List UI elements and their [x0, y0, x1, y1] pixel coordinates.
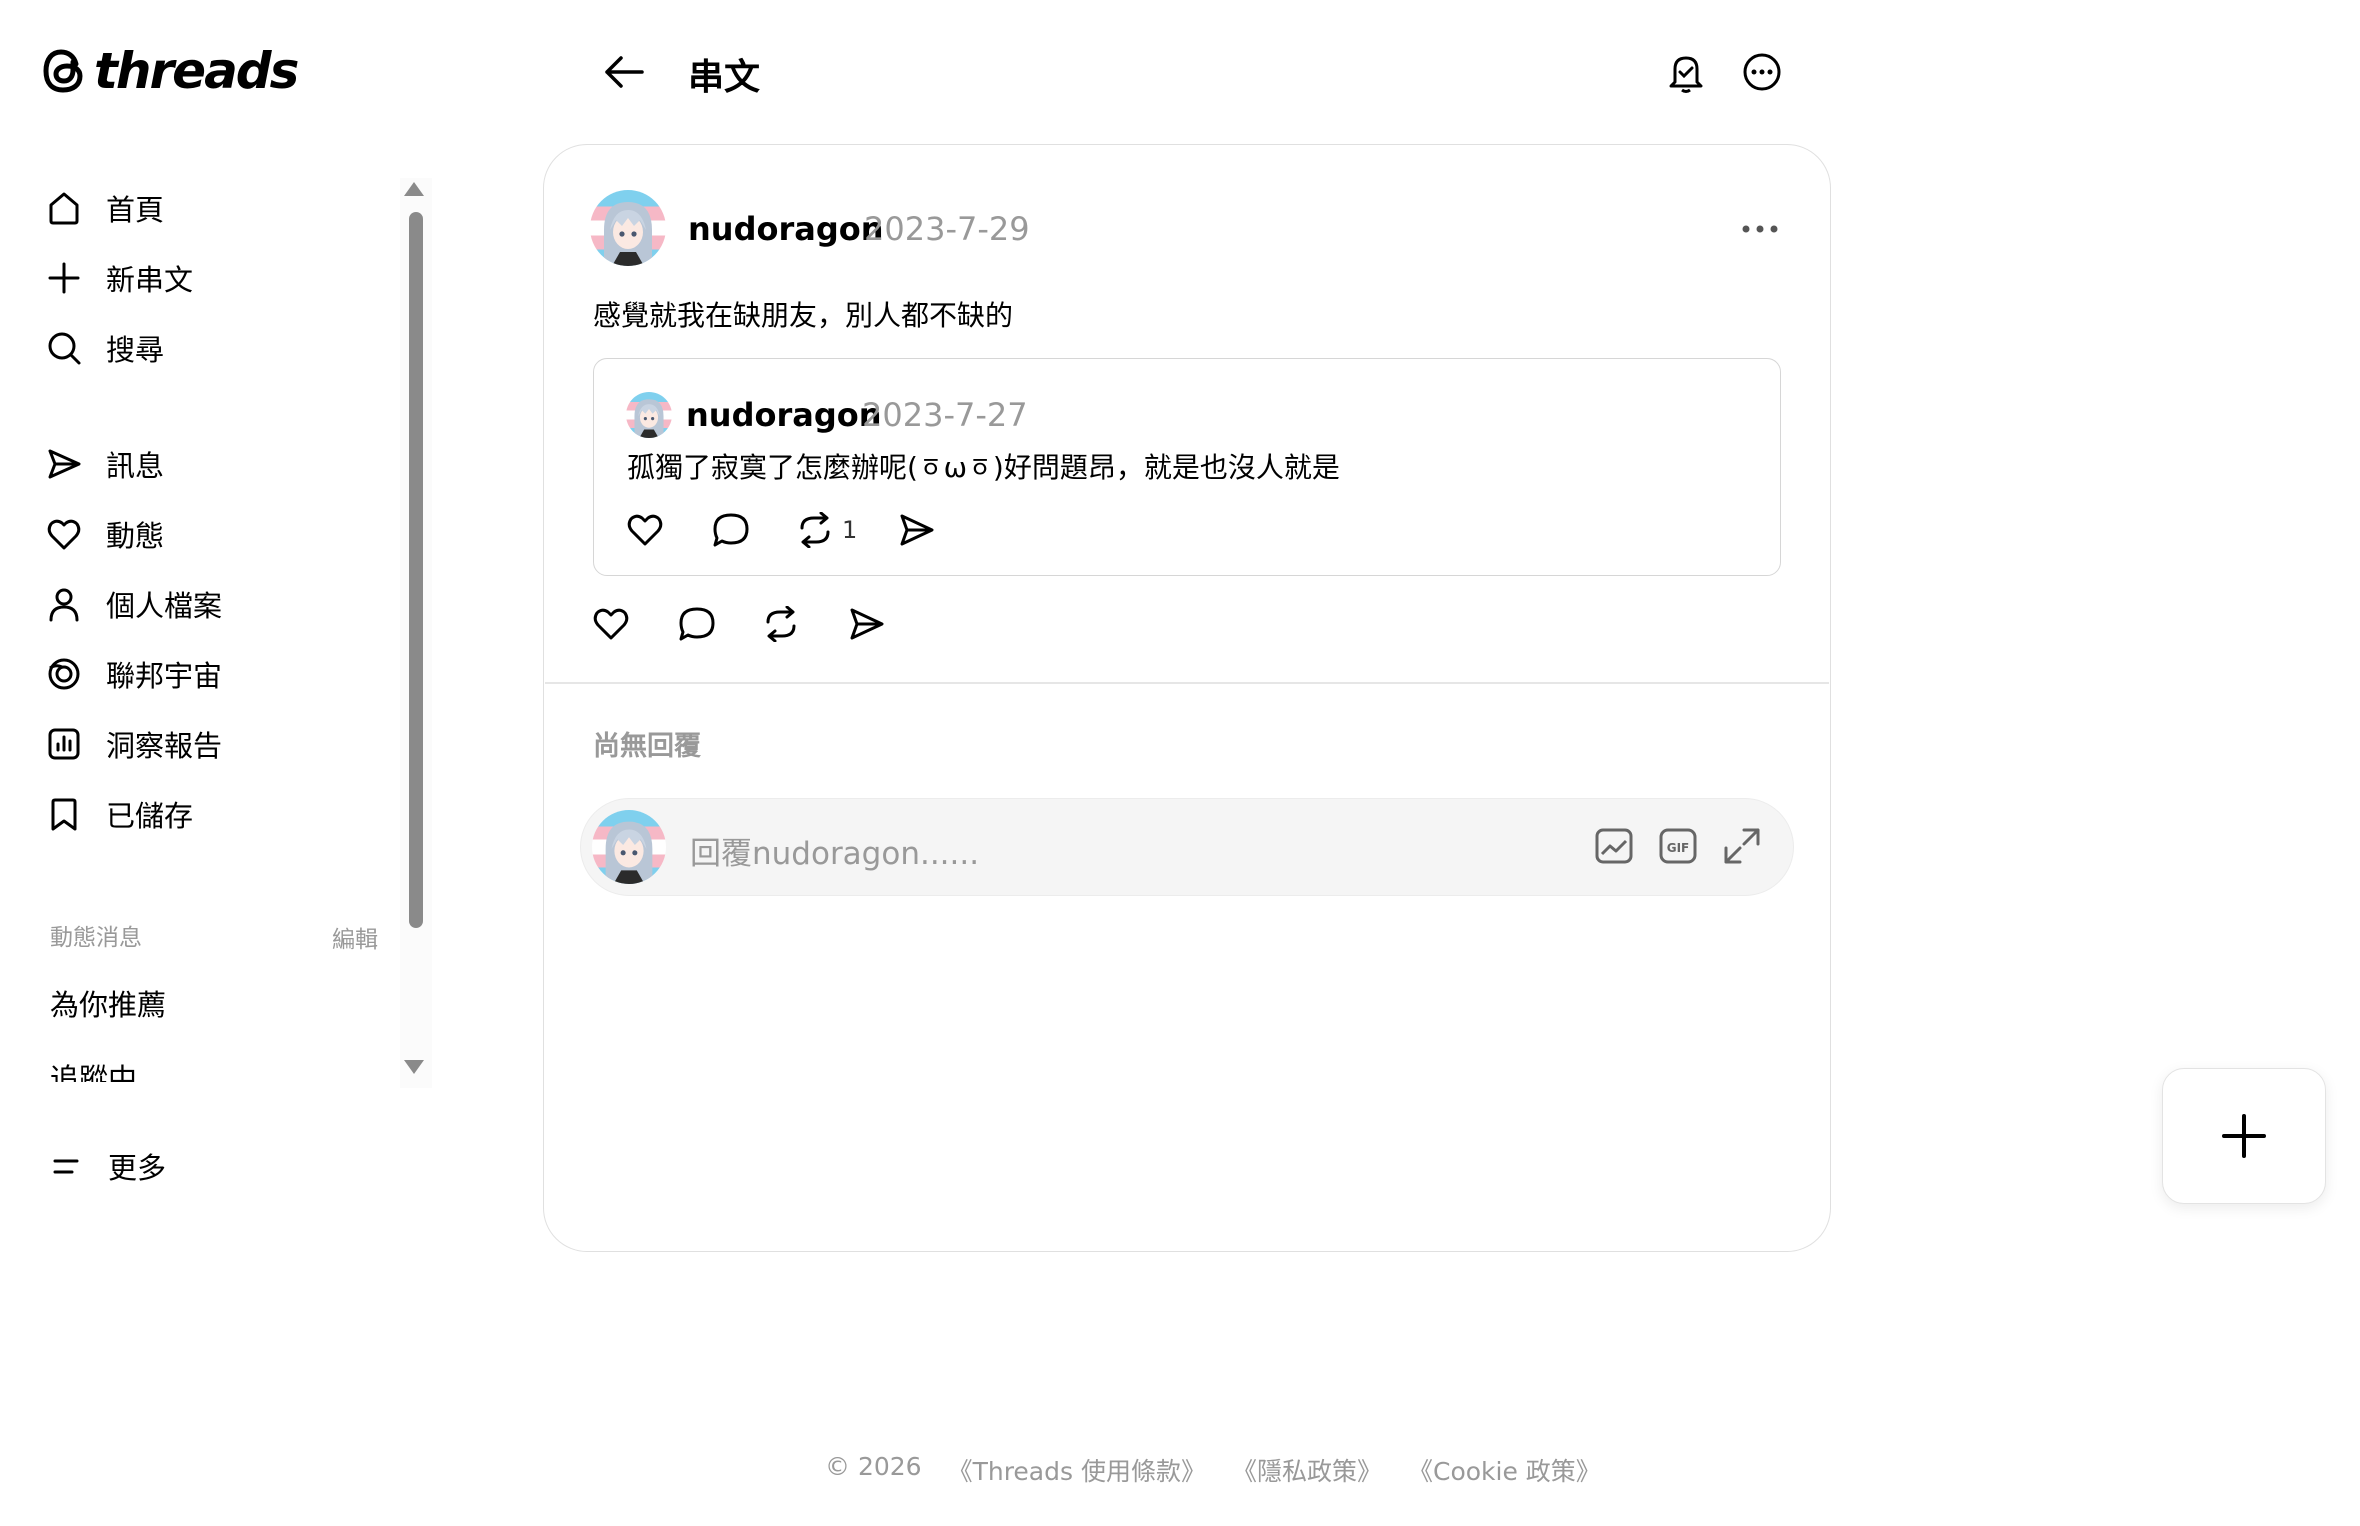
sidebar-item-label: 首頁	[106, 193, 165, 227]
terms-link[interactable]: 《Threads 使用條款》	[948, 1452, 1206, 1488]
avatar-character-icon	[634, 399, 664, 438]
quoted-repost-button[interactable]: 1	[796, 512, 857, 548]
more-options-button[interactable]	[1742, 52, 1782, 92]
sidebar-item-label: 已儲存	[106, 799, 194, 833]
expand-composer-button[interactable]	[1722, 826, 1762, 866]
repost-icon	[766, 606, 796, 642]
scroll-up-arrow[interactable]	[404, 182, 424, 196]
notification-bell-button[interactable]	[1666, 52, 1706, 94]
more-menu-button[interactable]: 更多	[46, 1136, 376, 1196]
bookmark-icon	[44, 794, 84, 834]
reply-input[interactable]: 回覆nudoragon......	[690, 828, 979, 873]
sidebar-item-label: 洞察報告	[106, 729, 223, 763]
sidebar-item-insights[interactable]: 洞察報告	[44, 714, 374, 774]
sidebar-item-search[interactable]: 搜尋	[44, 318, 374, 378]
sidebar-item-label: 新串文	[106, 263, 194, 297]
chart-icon	[44, 724, 84, 764]
feeds-header: 動態消息	[50, 925, 142, 951]
quoted-like-button[interactable]	[626, 512, 664, 548]
avatar[interactable]	[590, 190, 666, 266]
repost-count: 1	[842, 516, 858, 544]
expand-icon	[1724, 828, 1760, 864]
attach-image-button[interactable]	[1594, 826, 1634, 866]
feeds-edit-link[interactable]: 編輯	[332, 920, 378, 954]
new-thread-fab[interactable]	[2162, 1068, 2326, 1204]
copyright: © 2026	[825, 1452, 922, 1481]
feeds-list: 為你推薦 追蹤中	[0, 960, 400, 1082]
post-date[interactable]: 2023-7-29	[864, 210, 1030, 248]
divider	[545, 682, 1829, 684]
logo-text: threads	[94, 42, 299, 100]
cookie-policy-link[interactable]: 《Cookie 政策》	[1408, 1452, 1601, 1488]
post-menu-button[interactable]	[1740, 222, 1780, 236]
sidebar-item-saved[interactable]: 已儲存	[44, 784, 374, 844]
repost-icon	[800, 512, 830, 548]
quoted-share-button[interactable]	[898, 512, 936, 548]
sidebar-item-fediverse[interactable]: 聯邦宇宙	[44, 644, 374, 704]
avatar-character-icon	[605, 821, 653, 884]
sidebar-item-label: 訊息	[106, 449, 165, 483]
home-icon	[44, 188, 84, 228]
sidebar-item-label: 搜尋	[106, 333, 165, 367]
repost-button[interactable]	[762, 606, 800, 642]
quoted-avatar[interactable]	[626, 392, 672, 438]
feed-item-following[interactable]: 追蹤中	[50, 1056, 137, 1082]
plus-icon	[2222, 1114, 2266, 1158]
ellipsis-icon	[1742, 225, 1778, 233]
send-icon	[44, 444, 84, 484]
send-icon	[900, 514, 934, 546]
sidebar-item-label: 動態	[106, 519, 165, 553]
more-label: 更多	[108, 1151, 167, 1185]
sidebar-item-home[interactable]: 首頁	[44, 178, 374, 238]
sidebar-scrollbar-thumb[interactable]	[409, 212, 423, 928]
no-replies-text: 尚無回覆	[593, 731, 701, 762]
share-button[interactable]	[848, 606, 886, 642]
bell-check-icon	[1669, 56, 1703, 93]
plus-icon	[44, 258, 84, 298]
person-icon	[44, 584, 84, 624]
menu-icon	[46, 1146, 86, 1186]
post-text: 感覺就我在缺朋友，別人都不缺的	[593, 299, 1014, 332]
image-icon	[1595, 828, 1633, 864]
heart-icon	[593, 608, 629, 640]
sidebar-item-messages[interactable]: 訊息	[44, 434, 374, 494]
sidebar-item-new-thread[interactable]: 新串文	[44, 248, 374, 308]
sidebar-item-label: 聯邦宇宙	[106, 659, 223, 693]
page-title: 串文	[688, 57, 761, 98]
comment-icon	[679, 607, 715, 641]
feed-item-for-you[interactable]: 為你推薦	[50, 982, 166, 1024]
threads-logo[interactable]: threads	[42, 42, 299, 100]
sidebar-item-label: 個人檔案	[106, 589, 223, 623]
heart-icon	[44, 514, 84, 554]
arrow-left-icon	[605, 56, 644, 88]
privacy-link[interactable]: 《隱私政策》	[1232, 1452, 1382, 1488]
scroll-down-arrow[interactable]	[404, 1060, 424, 1074]
send-icon	[850, 608, 884, 640]
heart-icon	[627, 514, 663, 546]
sidebar-item-activity[interactable]: 動態	[44, 504, 374, 564]
sidebar-item-profile[interactable]: 個人檔案	[44, 574, 374, 634]
footer: © 2026 《Threads 使用條款》 《隱私政策》 《Cookie 政策》	[825, 1452, 1601, 1488]
reply-avatar	[592, 810, 666, 884]
threads-logo-icon	[43, 49, 83, 93]
more-circle-icon	[1743, 53, 1781, 91]
quoted-post-author[interactable]: nudoragon	[686, 396, 882, 434]
quoted-post-date[interactable]: 2023-7-27	[862, 396, 1028, 434]
comment-icon	[713, 513, 749, 547]
fediverse-icon	[44, 654, 84, 694]
reply-button[interactable]	[678, 606, 716, 642]
avatar-character-icon	[604, 202, 652, 266]
like-button[interactable]	[592, 606, 630, 642]
back-button[interactable]	[602, 52, 646, 92]
post-author[interactable]: nudoragon	[688, 210, 884, 248]
quoted-post-text: 孤獨了寂寞了怎麼辦呢(ㆆωㆆ)好問題昂，就是也沒人就是	[627, 451, 1340, 484]
attach-gif-button[interactable]: GIF	[1658, 826, 1698, 866]
quoted-reply-button[interactable]	[712, 512, 750, 548]
search-icon	[44, 328, 84, 368]
svg-text:GIF: GIF	[1667, 841, 1690, 855]
gif-icon: GIF	[1659, 828, 1697, 864]
